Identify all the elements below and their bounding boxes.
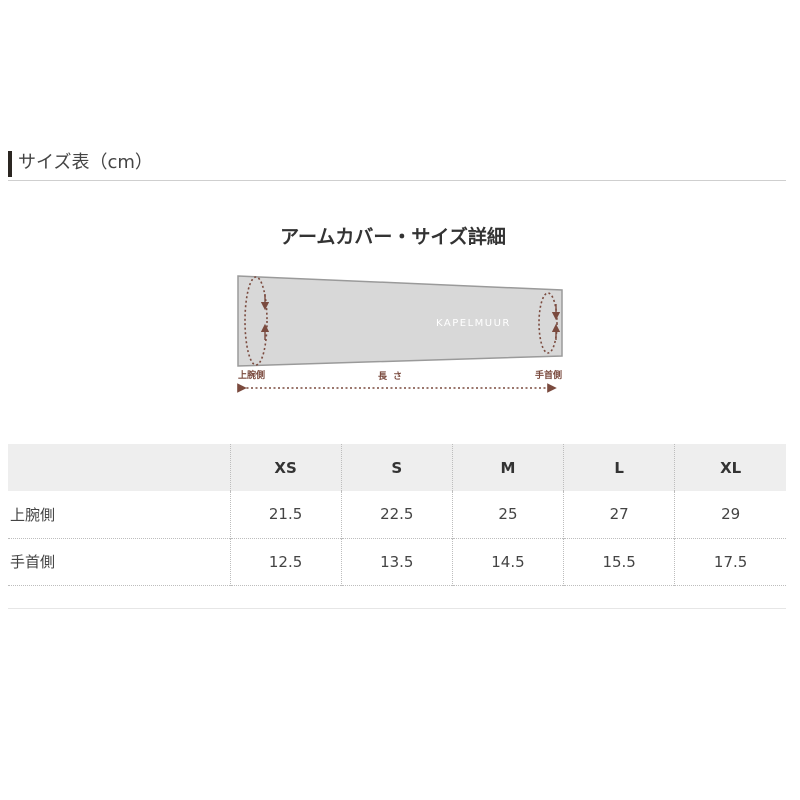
size-header-l: L <box>563 444 675 491</box>
wrist-label: 手首側 <box>535 371 563 381</box>
bottom-divider <box>8 608 786 609</box>
table-cell: 15.5 <box>563 538 675 585</box>
length-label: 長さ <box>378 372 409 382</box>
size-header-s: S <box>340 444 453 491</box>
table-cell: 22.5 <box>340 491 453 538</box>
size-header-xs: XS <box>229 444 342 491</box>
table-cell: 25 <box>451 491 564 538</box>
arm-cover-diagram: KAPELMUUR 上腕側 長さ 手首側 <box>228 266 574 400</box>
sleeve-shape <box>237 275 563 367</box>
diagram-title: アームカバー・サイズ詳細 <box>280 226 506 248</box>
brand-logo-text: KAPELMUUR <box>436 318 511 329</box>
size-header-xl: XL <box>674 444 786 491</box>
row-label-upper-arm: 上腕側 <box>10 505 56 524</box>
table-cell: 13.5 <box>340 538 453 585</box>
table-corner-cell <box>8 444 230 491</box>
table-row: 上腕側 21.5 22.5 25 27 29 <box>8 491 786 538</box>
section-header: サイズ表（cm） <box>8 149 786 181</box>
row-label-wrist: 手首側 <box>10 553 56 571</box>
table-cell: 21.5 <box>229 491 342 538</box>
size-header-m: M <box>451 444 564 491</box>
table-cell: 14.5 <box>451 538 564 585</box>
section-title: サイズ表（cm） <box>18 152 153 173</box>
table-header-row: XS S M L XL <box>8 444 786 491</box>
table-cell: 17.5 <box>674 538 786 585</box>
table-cell: 27 <box>563 491 675 538</box>
size-table: XS S M L XL 上腕側 21.5 22.5 25 27 29 手首側 1… <box>8 444 786 586</box>
header-accent-bar <box>8 151 12 177</box>
upper-arm-label: 上腕側 <box>238 371 266 381</box>
table-row: 手首側 12.5 13.5 14.5 15.5 17.5 <box>8 538 786 585</box>
header-divider <box>8 180 786 181</box>
table-cell: 12.5 <box>229 538 342 585</box>
table-cell: 29 <box>674 491 786 538</box>
